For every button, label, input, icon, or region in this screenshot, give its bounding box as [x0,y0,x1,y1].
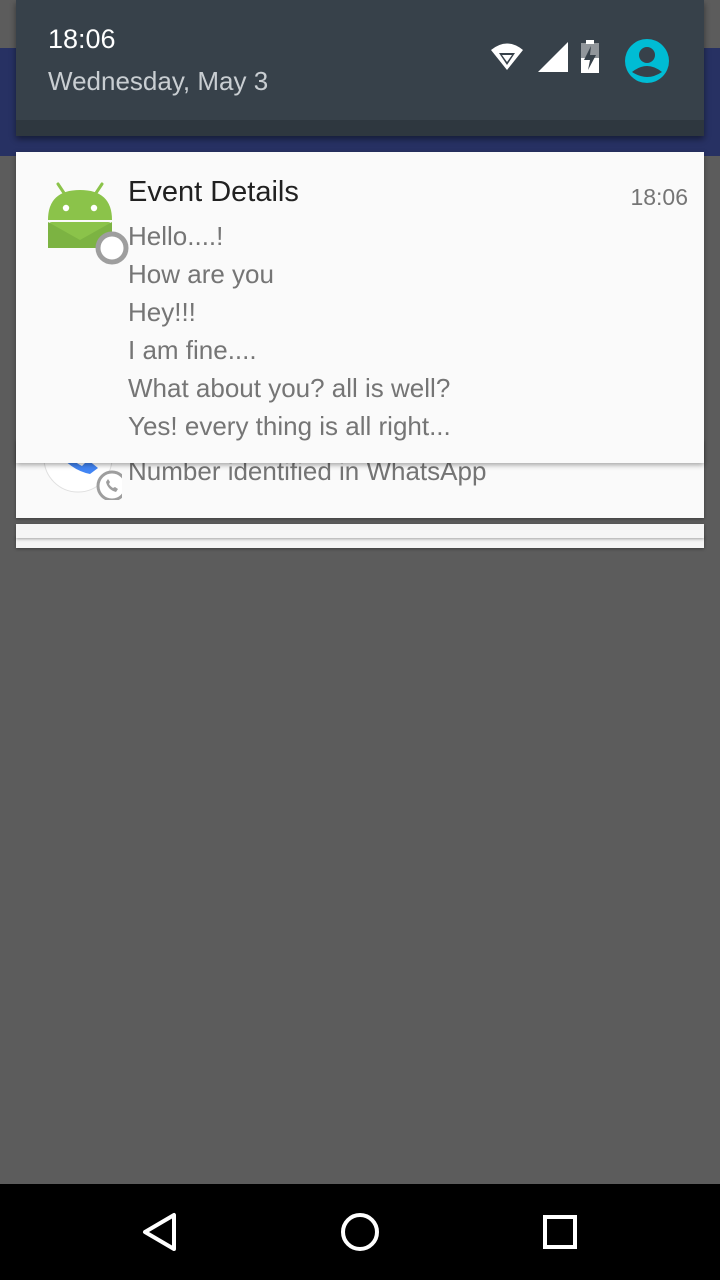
user-avatar-icon[interactable] [624,38,670,88]
message-line: Yes! every thing is all right... [128,411,451,441]
message-line: What about you? all is well? [128,373,451,403]
recents-icon[interactable] [536,1208,584,1256]
cell-signal-icon [538,42,568,76]
notification-title: Event Details [128,176,299,208]
notification-time: 18:06 [630,184,688,210]
notification-message-lines: Hello....! How are you Hey!!! I am fine.… [128,218,451,446]
navigation-bar [0,1184,720,1280]
message-line: Hey!!! [128,297,196,327]
date-label[interactable]: Wednesday, May 3 [48,66,268,97]
shade-header-edge [16,120,704,136]
message-line: Hello....! [128,221,224,251]
stacked-notification-edge[interactable] [16,524,704,538]
notification-shade-header[interactable]: 18:06 Wednesday, May 3 [16,0,704,136]
clock: 18:06 [48,24,116,54]
back-icon[interactable] [136,1208,184,1256]
message-line: How are you [128,259,274,289]
battery-charging-icon [580,40,600,78]
message-line: I am fine.... [128,335,257,365]
home-icon[interactable] [336,1208,384,1256]
wifi-icon [490,38,524,76]
screen: 18:06 Wednesday, May 3 Number identified… [0,0,720,1280]
